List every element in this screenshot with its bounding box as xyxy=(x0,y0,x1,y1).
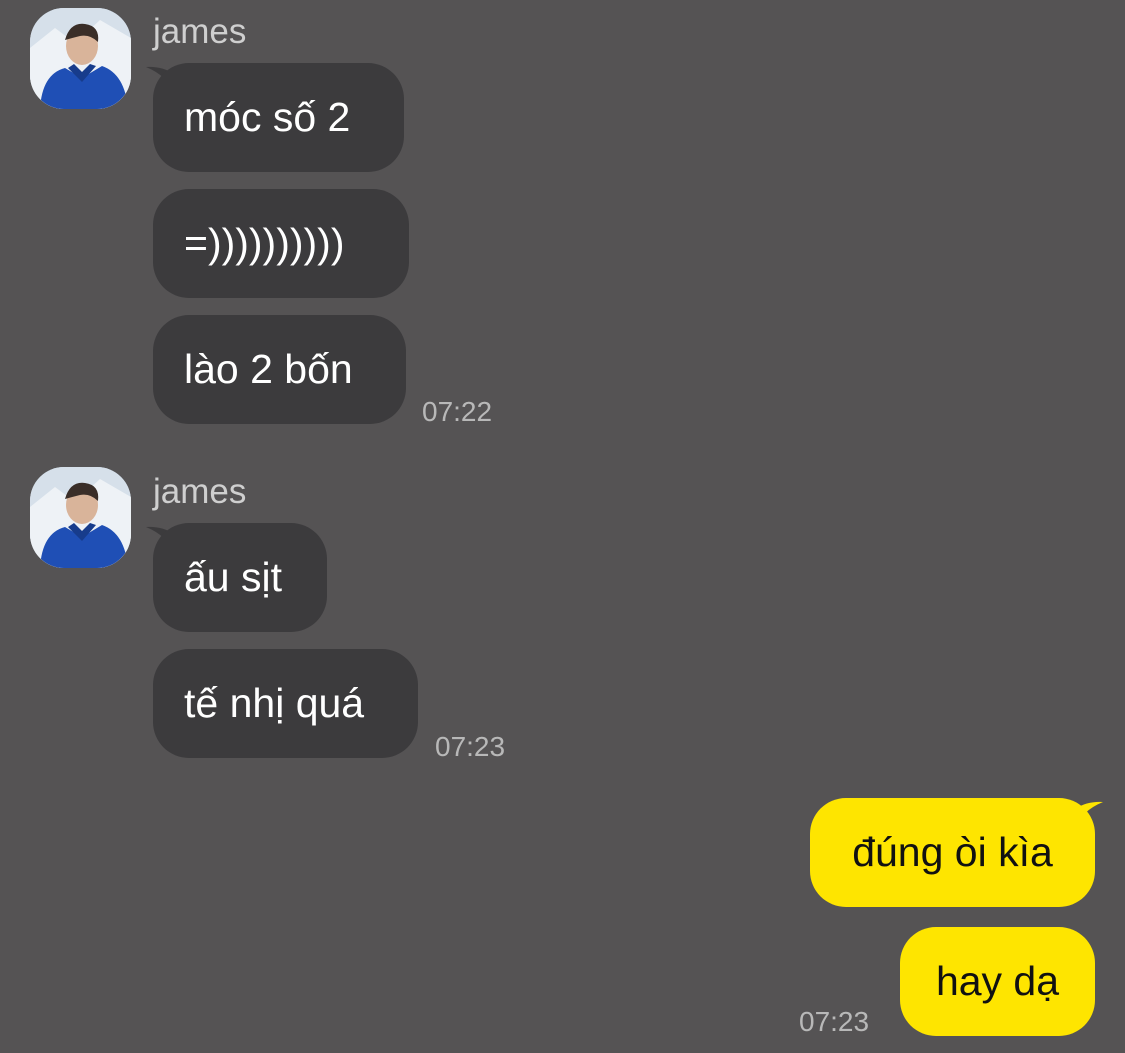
sender-name: james xyxy=(153,12,247,51)
incoming-message[interactable]: tế nhị quá xyxy=(153,649,418,758)
message-timestamp: 07:22 xyxy=(422,396,493,427)
incoming-message[interactable]: móc số 2 xyxy=(153,63,404,172)
sender-name: james xyxy=(153,472,247,511)
message-timestamp: 07:23 xyxy=(435,731,506,762)
sender-avatar[interactable] xyxy=(30,467,131,568)
incoming-message[interactable]: =)))))))))) xyxy=(153,189,409,298)
message-timestamp: 07:23 xyxy=(799,1006,870,1037)
sender-avatar[interactable] xyxy=(30,8,131,109)
incoming-message[interactable]: lào 2 bốn xyxy=(153,315,406,424)
incoming-message[interactable]: ấu sịt xyxy=(153,523,327,632)
outgoing-message[interactable]: hay dạ xyxy=(900,927,1095,1036)
outgoing-message[interactable]: đúng òi kìa xyxy=(810,798,1095,907)
